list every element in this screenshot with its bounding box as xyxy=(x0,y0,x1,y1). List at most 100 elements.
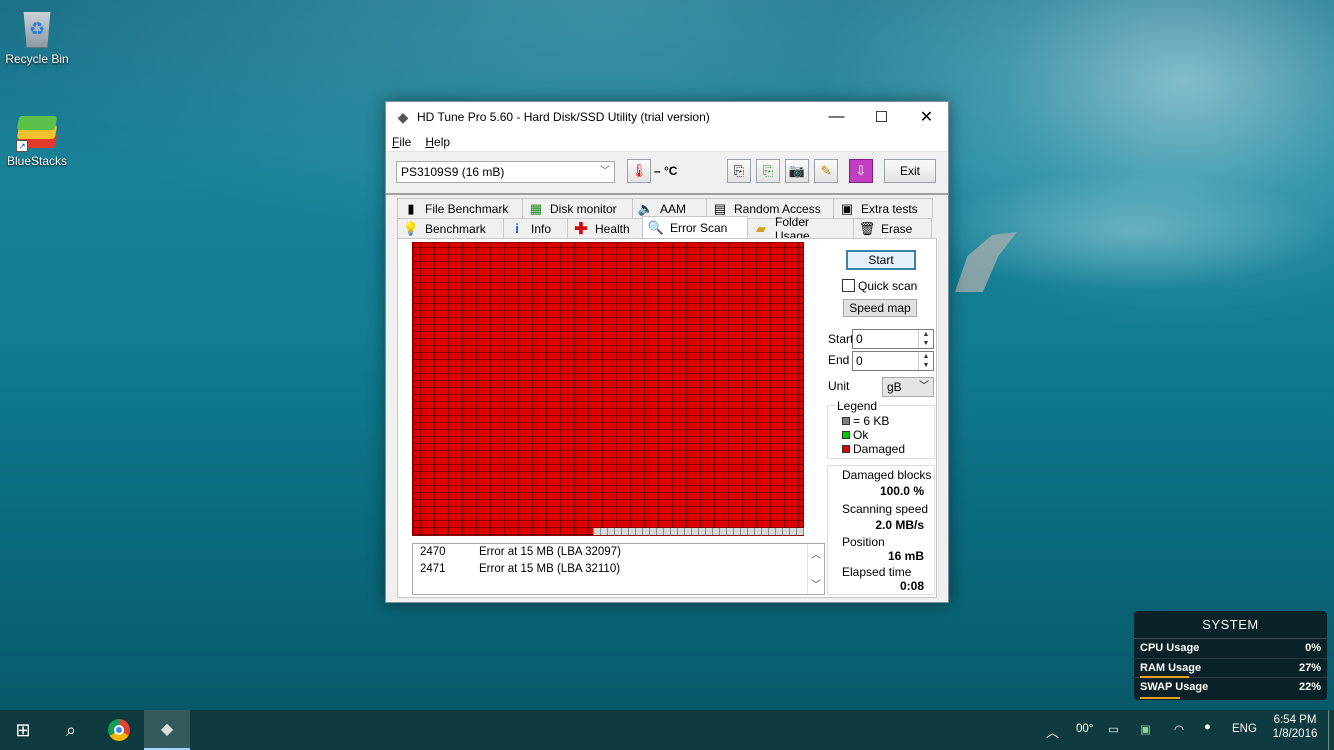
cpu-usage-value: 0% xyxy=(1305,642,1321,654)
taskbar: ⊞ ⌕ ◆ ︿ 00° ▭ ▣ ◠ ● ENG 6:54 PM 1/8/2016 xyxy=(0,710,1334,750)
quick-scan-label: Quick scan xyxy=(858,279,918,293)
language-indicator[interactable]: ENG xyxy=(1232,723,1257,735)
show-desktop-button[interactable] xyxy=(1328,710,1329,750)
weather-readout[interactable]: 00° xyxy=(1076,723,1093,735)
unit-select[interactable]: gB ﹀ xyxy=(882,377,934,397)
error-log-list[interactable]: 2470 Error at 15 MB (LBA 32097) 2471 Error… xyxy=(412,543,825,595)
tab-error-scan[interactable]: 🔍 Error Scan xyxy=(642,216,748,238)
search-icon: ⌕ xyxy=(65,719,77,740)
copy-icon: ⎘ xyxy=(733,163,745,178)
clock[interactable]: 6:54 PM 1/8/2016 xyxy=(1272,714,1318,740)
taskbar-hdtune[interactable]: ◆ xyxy=(144,710,190,750)
legend-title: Legend xyxy=(836,399,879,413)
spin-arrows-icon[interactable]: ▲ ▼ xyxy=(918,330,933,348)
download-arrow-icon: ⇩ xyxy=(855,163,867,178)
quick-scan-checkbox[interactable] xyxy=(842,279,855,292)
cpu-usage-label: CPU Usage xyxy=(1140,642,1200,654)
info-icon: i xyxy=(515,221,519,236)
taskbar-chrome[interactable] xyxy=(96,710,142,750)
health-cross-icon: ✚ xyxy=(574,220,588,238)
scanning-speed-value: 2.0 MB/s xyxy=(875,518,924,532)
legend-block-size: = 6 KB xyxy=(842,414,889,428)
minimize-button[interactable]: — xyxy=(814,102,859,132)
tabs-row-2: 💡 Benchmark i Info ✚ Health 🔍 Error Scan ▰ Fo… xyxy=(397,215,932,243)
screenshot-button[interactable]: 📷 xyxy=(785,159,809,183)
scan-block-map xyxy=(412,242,804,536)
desktop-icon-recycle-bin[interactable]: Recycle Bin xyxy=(0,8,74,66)
toolbar: PS3109S9 (16 mB) ﹀ 🌡 – °C ⎘ ⎘ 📷 ✎ ⇩ Exit xyxy=(386,152,948,196)
file-benchmark-icon: ▮ xyxy=(407,200,415,216)
shortcut-arrow-icon: ↗ xyxy=(16,140,28,152)
tab-file-benchmark[interactable]: ▮ File Benchmark xyxy=(397,198,523,218)
thermometer-icon[interactable]: 🌡 xyxy=(627,159,651,183)
wifi-icon[interactable]: ◠ xyxy=(1174,722,1184,736)
wrench-icon: ✎ xyxy=(820,163,832,178)
menu-bar: File Help xyxy=(386,132,948,152)
position-value: 16 mB xyxy=(887,549,924,563)
chevron-down-icon: ﹀ xyxy=(919,381,929,392)
speed-map-button[interactable]: Speed map xyxy=(843,299,917,317)
menu-file[interactable]: File xyxy=(392,135,411,149)
droplet-icon[interactable]: ● xyxy=(1204,721,1211,733)
search-button[interactable]: ⌕ xyxy=(48,710,94,750)
clock-time: 6:54 PM xyxy=(1273,714,1317,726)
ram-usage-label: RAM Usage xyxy=(1140,661,1202,674)
camera-icon: 📷 xyxy=(788,163,806,178)
legend-damaged: Damaged xyxy=(842,442,905,456)
tab-info[interactable]: i Info xyxy=(503,218,568,238)
clock-date: 1/8/2016 xyxy=(1272,728,1318,740)
hdtune-app-icon: ◆ xyxy=(397,108,409,125)
desktop-icon-bluestacks[interactable]: ↗ BlueStacks xyxy=(0,112,74,168)
toolbar-separator xyxy=(386,193,948,195)
system-usage-widget: SYSTEM CPU Usage 0% RAM Usage 27% SWAP U… xyxy=(1134,611,1327,700)
bluestacks-icon: ↗ xyxy=(16,112,58,152)
tab-aam[interactable]: 🔈 AAM xyxy=(632,198,707,218)
damaged-blocks-value: 100.0 % xyxy=(879,484,924,498)
show-hidden-icons[interactable]: ︿ xyxy=(1046,722,1059,741)
magnifier-icon: 🔍 xyxy=(647,219,665,235)
scroll-down-icon[interactable]: ﹀ xyxy=(811,576,821,591)
temperature-readout: – °C xyxy=(654,164,678,178)
menu-help[interactable]: Help xyxy=(425,135,450,149)
legend-ok: Ok xyxy=(842,428,868,442)
windows-logo-icon: ⊞ xyxy=(15,719,31,740)
tab-folder-usage[interactable]: ▰ Folder Usage xyxy=(747,215,854,243)
title-bar[interactable]: ◆ HD Tune Pro 5.60 - Hard Disk/SSD Utili… xyxy=(386,102,948,132)
drive-select[interactable]: PS3109S9 (16 mB) ﹀ xyxy=(396,161,615,183)
lightbulb-icon: 💡 xyxy=(402,220,420,236)
start-button[interactable]: ⊞ xyxy=(0,710,46,750)
tab-extra-tests[interactable]: ▣ Extra tests xyxy=(833,198,933,218)
close-button[interactable]: ✕ xyxy=(904,102,949,132)
tab-disk-monitor[interactable]: ▦ Disk monitor xyxy=(522,198,633,218)
copy-text-button[interactable]: ⎘ xyxy=(727,159,751,183)
tab-health[interactable]: ✚ Health xyxy=(567,218,643,238)
speaker-icon: 🔈 xyxy=(637,200,655,216)
window-title: HD Tune Pro 5.60 - Hard Disk/SSD Utility… xyxy=(417,110,710,124)
disk-monitor-icon: ▦ xyxy=(529,200,543,216)
recycle-bin-icon xyxy=(23,12,51,48)
battery-icon[interactable]: ▭ xyxy=(1108,722,1119,736)
spin-arrows-icon[interactable]: ▲ ▼ xyxy=(918,352,933,370)
copy-screenshot-button[interactable]: ⎘ xyxy=(756,159,780,183)
options-button[interactable]: ✎ xyxy=(814,159,838,183)
end-spinner[interactable]: 0 ▲ ▼ xyxy=(852,351,934,371)
log-scrollbar[interactable]: ︿ ﹀ xyxy=(807,544,824,594)
tab-erase[interactable]: 🗑 Erase xyxy=(853,218,932,238)
green-square-icon xyxy=(842,431,850,439)
trash-icon: 🗑 xyxy=(858,220,876,236)
position-label: Position xyxy=(842,535,885,549)
list-item: 2471 Error at 15 MB (LBA 32110) xyxy=(420,563,621,575)
exit-button[interactable]: Exit xyxy=(884,159,936,183)
scanning-speed-label: Scanning speed xyxy=(842,502,929,516)
start-scan-button[interactable]: Start xyxy=(846,250,916,270)
maximize-button[interactable]: ☐ xyxy=(859,102,904,132)
tab-benchmark[interactable]: 💡 Benchmark xyxy=(397,218,504,238)
damaged-blocks-label: Damaged blocks xyxy=(842,468,932,482)
app-tray-icon[interactable]: ▣ xyxy=(1140,722,1151,736)
end-label: End xyxy=(828,353,850,367)
tabs-row-1: ▮ File Benchmark ▦ Disk monitor 🔈 AAM ▤ Rand… xyxy=(397,198,933,218)
start-spinner[interactable]: 0 ▲ ▼ xyxy=(852,329,934,349)
save-button[interactable]: ⇩ xyxy=(849,159,873,183)
scroll-up-icon[interactable]: ︿ xyxy=(811,546,821,561)
stats-box: Damaged blocks 100.0 % Scanning speed 2.… xyxy=(827,465,935,595)
